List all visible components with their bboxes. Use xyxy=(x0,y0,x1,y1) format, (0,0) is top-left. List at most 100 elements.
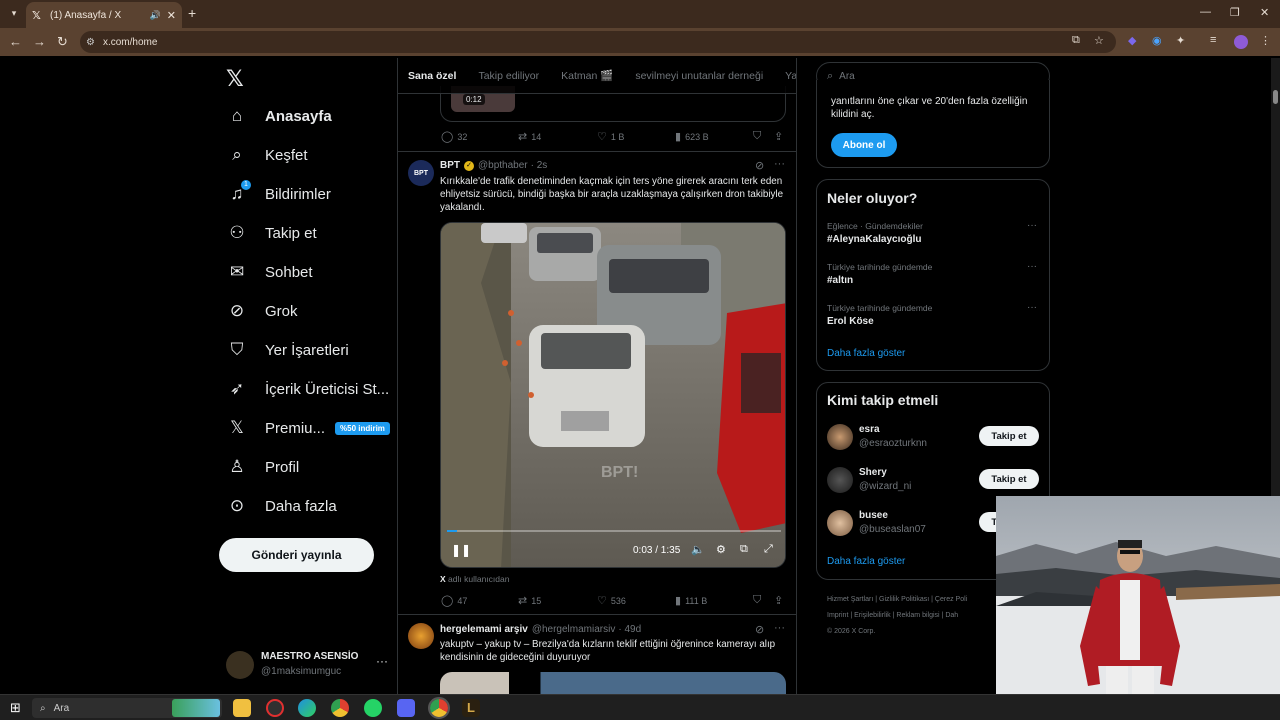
footer-link[interactable]: Imprint xyxy=(827,612,848,619)
show-more-link[interactable]: Daha fazla göster xyxy=(827,556,905,567)
show-more-link[interactable]: Daha fazla göster xyxy=(827,348,905,359)
footer-link[interactable]: Hizmet Şartları xyxy=(827,596,873,603)
sidebar-item-creator-studio[interactable]: ➶ İçerik Üreticisi St... xyxy=(226,374,389,404)
audio-icon[interactable]: 🔊 xyxy=(150,10,161,21)
bookmark-button[interactable]: ⛉ xyxy=(753,130,765,143)
tab-list[interactable]: Katman 🎬 xyxy=(561,69,613,82)
browser-tab[interactable]: 𝕏 (1) Anasayfa / X 🔊 ✕ xyxy=(26,2,182,28)
video-player[interactable]: BPT! ❚❚ 0:03 / 1:35 🔈 ⚙ ⧉ ⤢ xyxy=(440,222,786,568)
sidebar-item-more[interactable]: ⊙ Daha fazla xyxy=(226,491,337,521)
sidebar-item-bookmarks[interactable]: ⛉ Yer İşaretleri xyxy=(226,335,349,365)
pause-icon[interactable]: ❚❚ xyxy=(451,543,471,557)
account-switcher[interactable]: MAESTRO ASENSİO @1maksimumguc ··· xyxy=(226,648,396,688)
sidebar-item-explore[interactable]: ⌕ Keşfet xyxy=(226,140,307,170)
more-icon[interactable]: ··· xyxy=(774,158,785,170)
author-name[interactable]: hergelemami arşiv xyxy=(440,624,528,635)
post-button[interactable]: Gönderi yayınla xyxy=(219,538,374,572)
avatar[interactable] xyxy=(827,424,853,450)
reply-button[interactable]: ◯ 32 xyxy=(441,130,467,143)
tab-list-icon[interactable]: ▾ xyxy=(6,5,22,21)
extension-icon[interactable]: ◉ xyxy=(1152,34,1162,47)
tab-list[interactable]: sevilmeyi unutanlar derneği xyxy=(635,70,763,82)
share-button[interactable]: ⇪ xyxy=(774,130,787,143)
tab-list[interactable]: Ya xyxy=(785,70,796,82)
league-icon[interactable]: L xyxy=(462,699,480,717)
taskbar-search[interactable]: ⌕ Ara xyxy=(32,698,222,718)
sidebar-item-grok[interactable]: ⊘ Grok xyxy=(226,296,298,326)
like-button[interactable]: ♡ 536 xyxy=(597,594,626,607)
file-explorer-icon[interactable] xyxy=(233,699,251,717)
install-icon[interactable]: ⧉ xyxy=(1072,34,1080,47)
puzzle-icon[interactable]: ✦ xyxy=(1176,34,1185,47)
whatsapp-icon[interactable] xyxy=(364,699,382,717)
windows-start-icon[interactable]: ⊞ xyxy=(10,700,21,716)
fullscreen-icon[interactable]: ⤢ xyxy=(764,543,773,556)
window-close-icon[interactable]: ✕ xyxy=(1260,6,1269,19)
more-icon[interactable]: ··· xyxy=(376,654,388,668)
tab-following[interactable]: Takip ediliyor xyxy=(478,70,539,82)
star-icon[interactable]: ☆ xyxy=(1094,34,1104,47)
scrollbar-thumb[interactable] xyxy=(1273,90,1278,104)
menu-icon[interactable]: ⋮ xyxy=(1260,34,1271,47)
avatar[interactable] xyxy=(408,623,434,649)
new-tab-icon[interactable]: + xyxy=(188,5,196,21)
footer-link[interactable]: Reklam bilgisi xyxy=(896,612,939,619)
media-thumbnail[interactable] xyxy=(440,672,786,694)
avatar[interactable]: BPT xyxy=(408,160,434,186)
repost-button[interactable]: ⇄ 15 xyxy=(518,594,541,607)
profile-icon[interactable] xyxy=(1234,35,1248,49)
author-handle[interactable]: @bpthaber xyxy=(478,160,528,171)
tweet-time[interactable]: · 49d xyxy=(618,624,641,635)
more-icon[interactable]: ··· xyxy=(1027,220,1037,231)
reload-icon[interactable]: ↻ xyxy=(57,34,68,50)
footer-link[interactable]: Çerez Poli xyxy=(935,596,967,603)
footer-link[interactable]: Dah xyxy=(945,612,958,619)
x-logo-icon[interactable]: 𝕏 xyxy=(226,66,244,92)
address-bar[interactable]: ⚙ x.com/home xyxy=(80,31,1116,53)
edge-icon[interactable] xyxy=(298,699,316,717)
media-icon[interactable]: ≡ xyxy=(1210,34,1216,46)
sidebar-item-follow[interactable]: ⚇ Takip et xyxy=(226,218,316,248)
user-name[interactable]: esra xyxy=(859,424,880,435)
app-icon[interactable] xyxy=(266,699,284,717)
extension-icon[interactable]: ◆ xyxy=(1128,34,1136,47)
author-handle[interactable]: @hergelmamiarsiv xyxy=(532,624,616,635)
footer-link[interactable]: Erişilebilirlik xyxy=(854,612,891,619)
video-progress-track[interactable] xyxy=(447,530,781,532)
share-button[interactable]: ⇪ xyxy=(774,594,787,607)
user-name[interactable]: busee xyxy=(859,510,888,521)
gear-icon[interactable]: ⚙ xyxy=(716,543,726,556)
sidebar-item-messages[interactable]: ✉ Sohbet xyxy=(226,257,313,287)
grok-icon[interactable]: ⊘ xyxy=(755,159,764,172)
avatar[interactable] xyxy=(827,510,853,536)
close-icon[interactable]: ✕ xyxy=(167,9,176,22)
pip-icon[interactable]: ⧉ xyxy=(740,543,748,556)
views-button[interactable]: ▮ 623 B xyxy=(675,130,709,143)
chrome-active-icon[interactable] xyxy=(428,697,450,719)
discord-icon[interactable] xyxy=(397,699,415,717)
video-source[interactable]: X adlı kullanıcıdan xyxy=(440,574,509,584)
footer-link[interactable]: Gizlilik Politikası xyxy=(879,596,929,603)
repost-button[interactable]: ⇄ 14 xyxy=(518,130,541,143)
grok-icon[interactable]: ⊘ xyxy=(755,623,764,636)
chrome-icon[interactable] xyxy=(331,699,349,717)
more-icon[interactable]: ··· xyxy=(1027,261,1037,272)
sidebar-item-premium[interactable]: 𝕏 Premiu... %50 indirim xyxy=(226,413,390,443)
reply-button[interactable]: ◯ 47 xyxy=(441,594,467,607)
minimize-icon[interactable]: — xyxy=(1200,6,1211,18)
trend-item[interactable]: #altın xyxy=(827,275,853,286)
site-info-icon[interactable]: ⚙ xyxy=(86,37,95,48)
bookmark-button[interactable]: ⛉ xyxy=(753,594,765,607)
more-icon[interactable]: ··· xyxy=(1027,302,1037,313)
tweet-time[interactable]: · 2s xyxy=(531,160,548,171)
avatar[interactable] xyxy=(827,467,853,493)
more-icon[interactable]: ··· xyxy=(774,622,785,634)
sidebar-item-notifications[interactable]: ♫ 1 Bildirimler xyxy=(226,179,331,209)
trend-item[interactable]: Erol Köse xyxy=(827,316,874,327)
volume-icon[interactable]: 🔈 xyxy=(691,543,705,556)
tab-for-you[interactable]: Sana özel xyxy=(408,70,456,82)
forward-icon[interactable]: → xyxy=(33,34,46,49)
views-button[interactable]: ▮ 111 B xyxy=(675,594,707,607)
author-name[interactable]: BPT xyxy=(440,160,460,171)
like-button[interactable]: ♡ 1 B xyxy=(597,130,624,143)
